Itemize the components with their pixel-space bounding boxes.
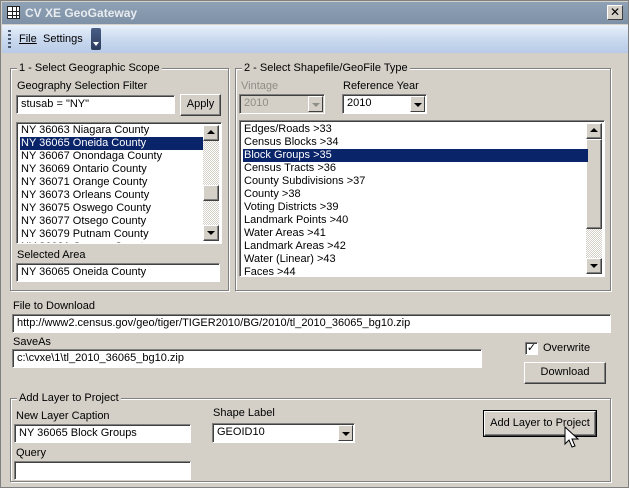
reference-year-label: Reference Year xyxy=(343,80,419,92)
geographic-scope-legend: 1 - Select Geographic Scope xyxy=(17,62,162,74)
geography-scrollbar[interactable] xyxy=(203,125,219,241)
window-title: CV XE GeoGateway xyxy=(25,6,138,20)
vintage-select: 2010 xyxy=(239,94,325,114)
list-item[interactable]: Census Blocks >34 xyxy=(243,136,588,149)
menu-bar: File Settings xyxy=(2,25,628,53)
list-item[interactable]: Water Areas >41 xyxy=(243,227,588,240)
geogateway-window: CV XE GeoGateway ✕ File Settings 1 - Sel… xyxy=(0,0,629,488)
geography-listbox[interactable]: NY 36063 Niagara County NY 36065 Oneida C… xyxy=(16,122,222,244)
geography-filter-label: Geography Selection Filter xyxy=(17,80,148,92)
file-to-download-field[interactable]: http://www2.census.gov/geo/tiger/TIGER20… xyxy=(12,314,611,333)
list-item[interactable]: NY 36077 Otsego County xyxy=(20,215,203,228)
scroll-thumb[interactable] xyxy=(586,139,602,229)
list-item[interactable]: Faces >44 xyxy=(243,266,588,276)
toolbar-grip-icon[interactable] xyxy=(8,30,11,48)
overwrite-label: Overwrite xyxy=(543,342,591,354)
mouse-pointer-icon xyxy=(564,426,580,448)
list-item[interactable]: NY 36065 Oneida County xyxy=(20,137,203,150)
list-item[interactable]: NY 36063 Niagara County xyxy=(20,124,203,137)
list-item[interactable]: Edges/Roads >33 xyxy=(243,123,588,136)
overwrite-checkbox[interactable]: ✓ xyxy=(525,342,538,355)
shape-label-value: GEOID10 xyxy=(217,426,265,438)
geography-filter-input[interactable]: stusab = "NY" xyxy=(16,95,175,114)
shapefile-type-legend: 2 - Select Shapefile/GeoFile Type xyxy=(242,62,410,74)
list-item[interactable]: Census Tracts >36 xyxy=(243,162,588,175)
apply-button[interactable]: Apply xyxy=(180,94,221,116)
reference-year-value: 2010 xyxy=(347,97,372,109)
menu-settings[interactable]: Settings xyxy=(43,33,83,45)
list-item[interactable]: NY 36079 Putnam County xyxy=(20,228,203,241)
list-item[interactable]: NY 36081 Queens County xyxy=(20,241,203,243)
scroll-thumb[interactable] xyxy=(203,185,219,201)
query-label: Query xyxy=(16,447,46,459)
list-item[interactable]: Water (Linear) >43 xyxy=(243,253,588,266)
checkmark-icon: ✓ xyxy=(526,342,537,354)
list-item[interactable]: NY 36069 Ontario County xyxy=(20,163,203,176)
shapefile-scrollbar[interactable] xyxy=(586,123,602,274)
menu-file[interactable]: File xyxy=(19,33,37,45)
add-layer-legend: Add Layer to Project xyxy=(17,392,121,404)
scroll-down-icon[interactable] xyxy=(586,258,602,274)
list-item[interactable]: NY 36075 Oswego County xyxy=(20,202,203,215)
toolbar-overflow-button[interactable] xyxy=(91,28,101,50)
list-item[interactable]: NY 36073 Orleans County xyxy=(20,189,203,202)
saveas-field[interactable]: c:\cvxe\1\tl_2010_36065_bg10.zip xyxy=(12,349,482,368)
title-bar: CV XE GeoGateway ✕ xyxy=(2,2,628,24)
shape-label-label: Shape Label xyxy=(213,407,275,419)
new-layer-caption-input[interactable]: NY 36065 Block Groups xyxy=(14,424,191,443)
scroll-up-icon[interactable] xyxy=(586,123,602,139)
query-input[interactable] xyxy=(14,461,191,480)
shapefile-type-listbox[interactable]: Edges/Roads >33 Census Blocks >34 Block Gr… xyxy=(239,120,605,277)
chevron-down-icon[interactable] xyxy=(338,425,353,441)
selected-area-label: Selected Area xyxy=(17,249,86,261)
vintage-value: 2010 xyxy=(244,97,269,109)
list-item[interactable]: Block Groups >35 xyxy=(243,149,588,162)
new-layer-caption-label: New Layer Caption xyxy=(16,410,110,422)
selected-area-field[interactable]: NY 36065 Oneida County xyxy=(16,263,220,282)
close-button[interactable]: ✕ xyxy=(607,5,623,20)
list-item[interactable]: County Subdivisions >37 xyxy=(243,175,588,188)
scroll-down-icon[interactable] xyxy=(203,225,219,241)
close-icon: ✕ xyxy=(609,5,621,19)
list-item[interactable]: County >38 xyxy=(243,188,588,201)
list-item[interactable]: Landmark Areas >42 xyxy=(243,240,588,253)
grid-icon xyxy=(7,6,20,19)
download-button[interactable]: Download xyxy=(524,362,606,384)
list-item[interactable]: Landmark Points >40 xyxy=(243,214,588,227)
reference-year-select[interactable]: 2010 xyxy=(342,94,427,114)
file-to-download-label: File to Download xyxy=(13,300,95,312)
saveas-label: SaveAs xyxy=(13,336,51,348)
chevron-down-icon xyxy=(308,96,323,112)
chevron-down-icon[interactable] xyxy=(410,96,425,112)
shape-label-select[interactable]: GEOID10 xyxy=(212,423,355,443)
list-item[interactable]: NY 36067 Onondaga County xyxy=(20,150,203,163)
scroll-up-icon[interactable] xyxy=(203,125,219,141)
list-item[interactable]: NY 36071 Orange County xyxy=(20,176,203,189)
vintage-label: Vintage xyxy=(241,80,279,92)
list-item[interactable]: Voting Districts >39 xyxy=(243,201,588,214)
